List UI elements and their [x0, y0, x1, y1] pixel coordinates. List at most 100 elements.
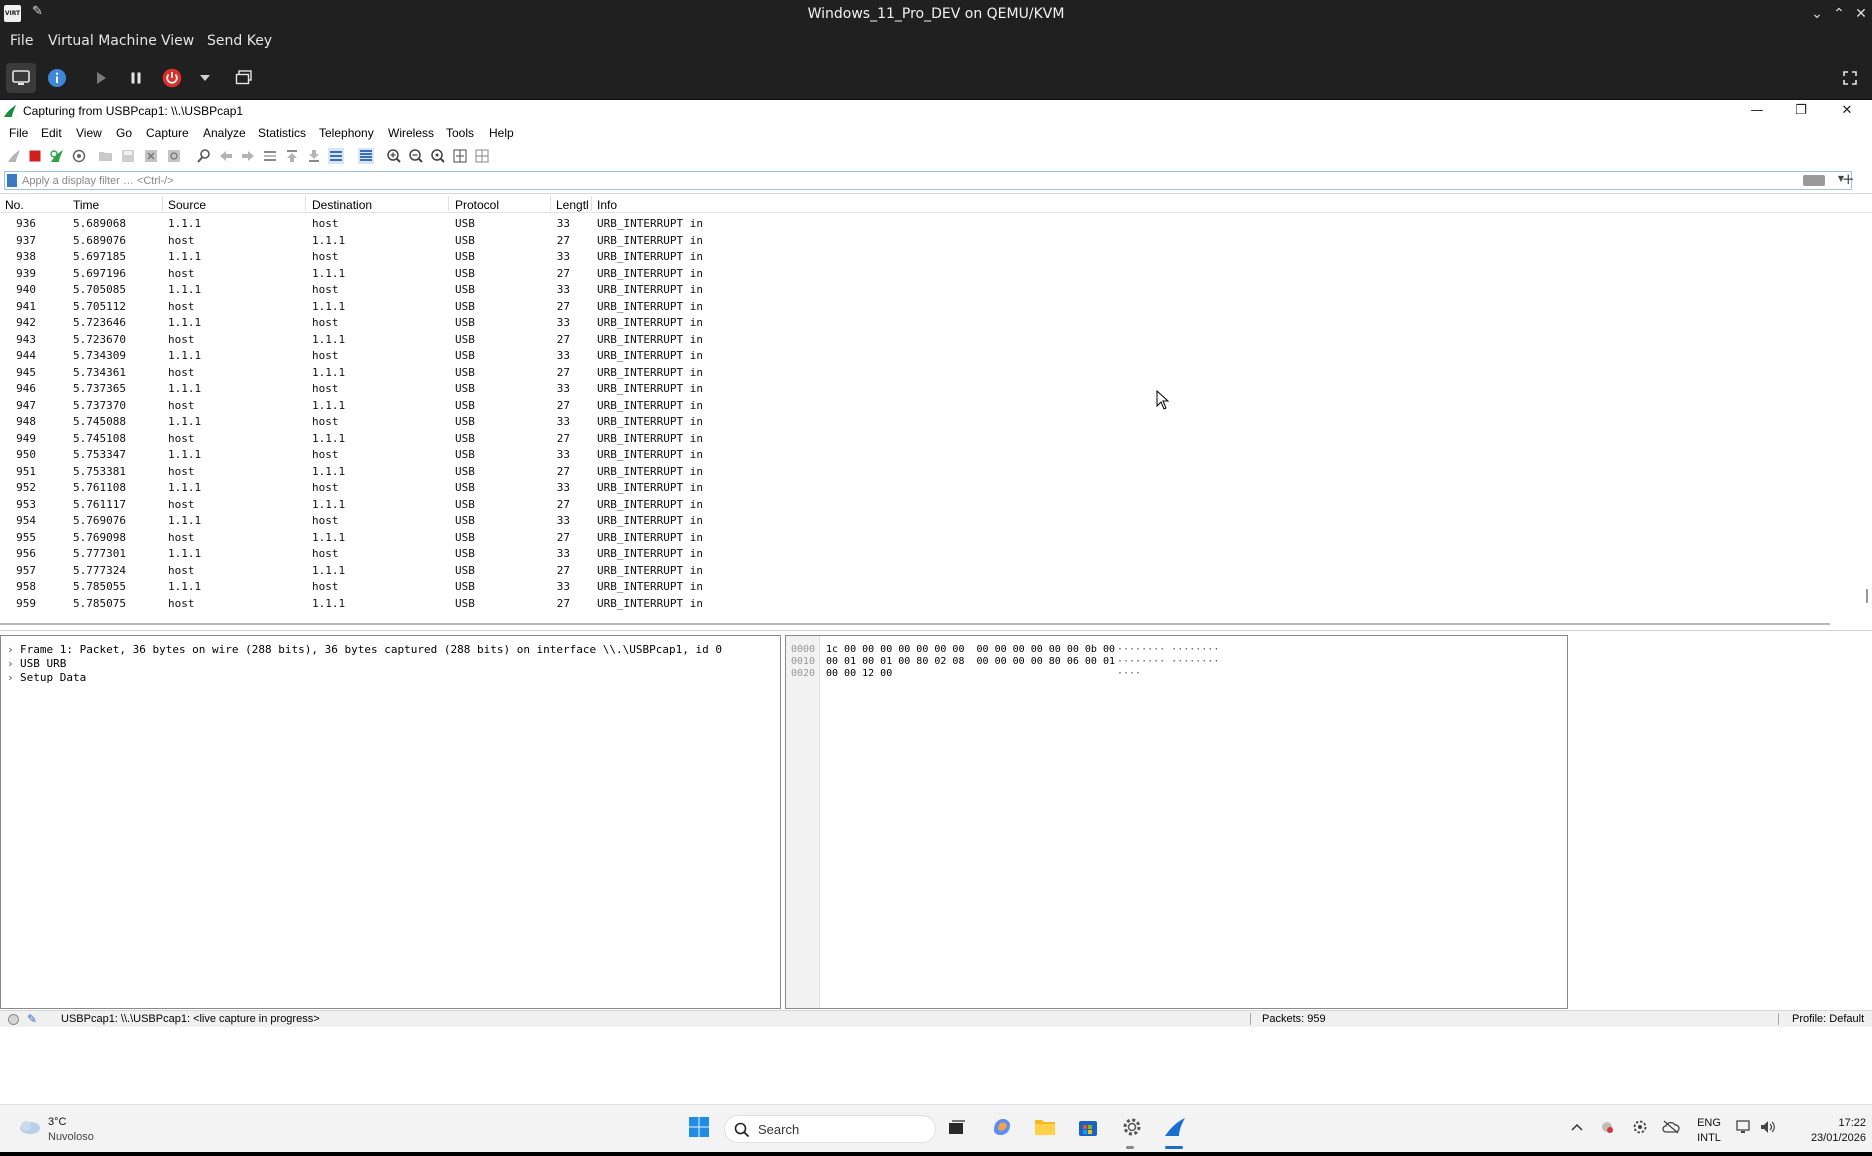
cloud-sync-off-icon[interactable]: [1658, 1114, 1684, 1140]
go-back-icon[interactable]: [218, 148, 234, 164]
table-row[interactable]: 958 5.785055 1.1.1 host USB 33 URB_INTERRUPT i…: [0, 580, 1872, 594]
bytes-ascii[interactable]: ····: [1117, 668, 1141, 680]
close-icon[interactable]: ✕: [1850, 3, 1872, 25]
weather-temperature[interactable]: 3°C: [48, 1116, 66, 1128]
copilot-icon[interactable]: [989, 1114, 1015, 1140]
wireshark-taskbar-icon[interactable]: [1162, 1114, 1188, 1140]
file-explorer-icon[interactable]: [1032, 1114, 1058, 1140]
console-view-icon[interactable]: [6, 63, 36, 93]
language-indicator-top[interactable]: ENG: [1694, 1117, 1724, 1129]
run-icon[interactable]: [89, 66, 113, 90]
table-row[interactable]: 946 5.737365 1.1.1 host USB 33 URB_INTERRUPT i…: [0, 382, 1872, 396]
ws-menu-wireless[interactable]: Wireless: [388, 126, 434, 140]
ws-close-icon[interactable]: ✕: [1832, 101, 1862, 121]
windows-start-icon[interactable]: [686, 1114, 712, 1140]
chevron-right-icon[interactable]: ›: [7, 643, 20, 656]
table-row[interactable]: 950 5.753347 1.1.1 host USB 33 URB_INTERRUPT i…: [0, 448, 1872, 462]
col-header-info[interactable]: Info: [597, 198, 617, 212]
weather-cloud-icon[interactable]: [16, 1114, 42, 1140]
col-header-time[interactable]: Time: [73, 198, 99, 212]
expert-info-icon[interactable]: [8, 1014, 19, 1025]
tree-item-usb-urb[interactable]: › USB URB: [7, 657, 66, 671]
chevron-right-icon[interactable]: ›: [7, 671, 20, 684]
clock-time[interactable]: 17:22: [1810, 1117, 1866, 1129]
table-row[interactable]: 954 5.769076 1.1.1 host USB 33 URB_INTERRUPT i…: [0, 514, 1872, 528]
language-indicator-bottom[interactable]: INTL: [1694, 1132, 1724, 1144]
table-row[interactable]: 945 5.734361 host 1.1.1 USB 27 URB_INTERRUPT i…: [0, 366, 1872, 380]
microsoft-store-icon[interactable]: [1075, 1114, 1101, 1140]
stop-capture-icon[interactable]: [27, 148, 43, 164]
ws-menu-help[interactable]: Help: [489, 126, 514, 140]
ws-menu-view[interactable]: View: [76, 126, 102, 140]
ws-menu-file[interactable]: File: [9, 126, 28, 140]
table-row[interactable]: 942 5.723646 1.1.1 host USB 33 URB_INTERRUPT i…: [0, 316, 1872, 330]
menu-virtual-machine[interactable]: Virtual Machine: [48, 33, 157, 49]
power-menu-chevron-icon[interactable]: [193, 66, 217, 90]
capture-comment-icon[interactable]: ✎: [27, 1012, 37, 1026]
bytes-ascii[interactable]: ········ ········: [1117, 644, 1219, 656]
zoom-normal-icon[interactable]: [430, 148, 446, 164]
network-icon[interactable]: [1731, 1114, 1757, 1140]
volume-icon[interactable]: [1755, 1114, 1781, 1140]
ws-menu-tools[interactable]: Tools: [446, 126, 474, 140]
table-row[interactable]: 944 5.734309 1.1.1 host USB 33 URB_INTERRUPT i…: [0, 349, 1872, 363]
chevron-right-icon[interactable]: ›: [7, 657, 20, 670]
close-file-icon[interactable]: [143, 148, 159, 164]
layout-panes-icon[interactable]: [474, 148, 490, 164]
resize-columns-icon[interactable]: [452, 148, 468, 164]
power-off-icon[interactable]: [160, 66, 184, 90]
restart-capture-icon[interactable]: [49, 148, 65, 164]
display-filter-input[interactable]: [22, 173, 1792, 188]
table-row[interactable]: 948 5.745088 1.1.1 host USB 33 URB_INTERRUPT i…: [0, 415, 1872, 429]
ws-menu-edit[interactable]: Edit: [41, 126, 62, 140]
add-filter-button-icon[interactable]: +: [1842, 170, 1855, 188]
table-row[interactable]: 956 5.777301 1.1.1 host USB 33 URB_INTERRUPT i…: [0, 547, 1872, 561]
menu-file[interactable]: File: [10, 33, 33, 49]
table-row[interactable]: 955 5.769098 host 1.1.1 USB 27 URB_INTERRUPT i…: [0, 531, 1872, 545]
task-view-icon[interactable]: [944, 1114, 970, 1140]
table-row[interactable]: 952 5.761108 1.1.1 host USB 33 URB_INTERRUPT i…: [0, 481, 1872, 495]
capture-options-icon[interactable]: [71, 148, 87, 164]
table-row[interactable]: 957 5.777324 host 1.1.1 USB 27 URB_INTERRUPT i…: [0, 564, 1872, 578]
menu-send-key[interactable]: Send Key: [207, 33, 272, 49]
menu-view[interactable]: View: [161, 33, 194, 49]
col-header-destination[interactable]: Destination: [312, 198, 372, 212]
go-first-packet-icon[interactable]: [284, 148, 300, 164]
bytes-hex[interactable]: 00 00 12 00: [826, 668, 892, 680]
details-info-icon[interactable]: [45, 66, 69, 90]
auto-scroll-icon[interactable]: [328, 148, 344, 164]
table-row[interactable]: 947 5.737370 host 1.1.1 USB 27 URB_INTERRUPT i…: [0, 399, 1872, 413]
ws-menu-go[interactable]: Go: [116, 126, 132, 140]
table-row[interactable]: 938 5.697185 1.1.1 host USB 33 URB_INTERRUPT i…: [0, 250, 1872, 264]
bytes-hex[interactable]: 00 01 00 01 00 80 02 08 00 00 00 00 80 0…: [826, 656, 1115, 668]
col-header-source[interactable]: Source: [168, 198, 206, 212]
col-header-protocol[interactable]: Protocol: [455, 198, 499, 212]
taskbar-search-box[interactable]: Search: [724, 1115, 936, 1143]
ws-restore-icon[interactable]: ❐: [1786, 101, 1816, 121]
ws-menu-telephony[interactable]: Telephony: [319, 126, 374, 140]
clock-date[interactable]: 23/01/2026: [1802, 1132, 1866, 1144]
snapshots-icon[interactable]: [232, 66, 256, 90]
ws-menu-statistics[interactable]: Statistics: [258, 126, 306, 140]
table-row[interactable]: 951 5.753381 host 1.1.1 USB 27 URB_INTERRUPT i…: [0, 465, 1872, 479]
go-forward-icon[interactable]: [240, 148, 256, 164]
save-file-icon[interactable]: [120, 148, 136, 164]
weather-condition[interactable]: Nuvoloso: [48, 1131, 94, 1143]
table-row[interactable]: 949 5.745108 host 1.1.1 USB 27 URB_INTERRUPT i…: [0, 432, 1872, 446]
table-row[interactable]: 937 5.689076 host 1.1.1 USB 27 URB_INTERRUPT i…: [0, 234, 1872, 248]
find-packet-icon[interactable]: [196, 148, 212, 164]
minimize-icon[interactable]: ⌄: [1806, 3, 1828, 25]
table-row[interactable]: 939 5.697196 host 1.1.1 USB 27 URB_INTERRUPT i…: [0, 267, 1872, 281]
table-row[interactable]: 940 5.705085 1.1.1 host USB 33 URB_INTERRUPT i…: [0, 283, 1872, 297]
pause-icon[interactable]: [124, 66, 148, 90]
table-row[interactable]: 953 5.761117 host 1.1.1 USB 27 URB_INTERRUPT i…: [0, 498, 1872, 512]
settings-gear-icon[interactable]: [1119, 1114, 1145, 1140]
bytes-hex[interactable]: 1c 00 00 00 00 00 00 00 00 00 00 00 00 0…: [826, 644, 1115, 656]
start-capture-fin-icon[interactable]: [6, 148, 22, 164]
show-hidden-icons-chevron-icon[interactable]: [1564, 1114, 1590, 1140]
ws-minimize-icon[interactable]: —: [1742, 101, 1772, 121]
zoom-out-icon[interactable]: [408, 148, 424, 164]
zoom-in-icon[interactable]: [386, 148, 402, 164]
tree-item-frame[interactable]: › Frame 1: Packet, 36 bytes on wire (288 …: [7, 643, 722, 657]
bytes-ascii[interactable]: ········ ········: [1117, 656, 1219, 668]
